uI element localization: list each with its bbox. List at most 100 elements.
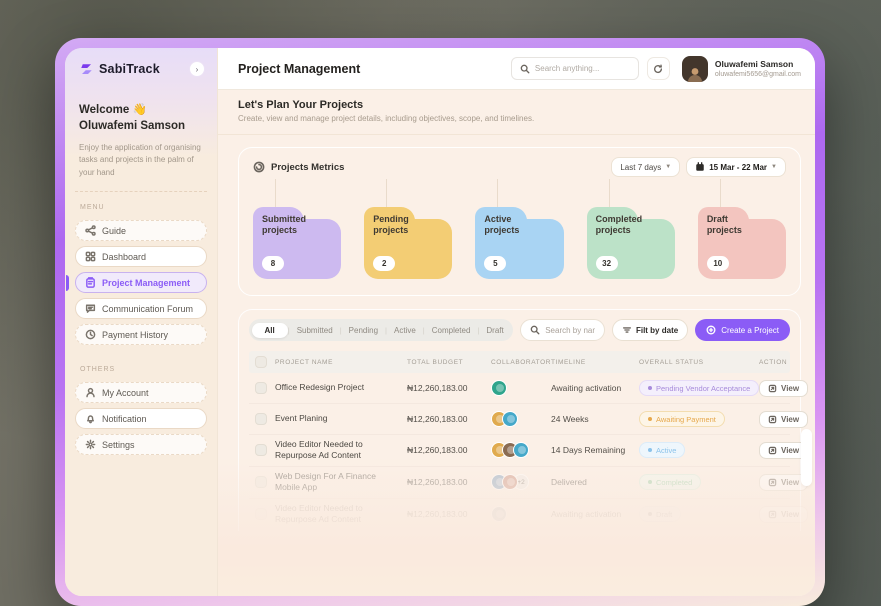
metric-count-badge: 10 [707,256,729,271]
row-checkbox[interactable] [255,444,267,456]
metric-count-badge: 2 [373,256,395,271]
table-row: Event Planing₦12,260,183.0024 WeeksAwait… [249,404,790,435]
table-row: Video Editor Needed to Repurpose Ad Cont… [249,499,790,531]
chevron-down-icon: ▼ [665,164,671,170]
avatar [682,56,708,82]
table-search[interactable] [520,319,605,341]
sidebar-menu: Guide Dashboard Project Management Communic… [65,220,217,345]
view-button[interactable]: View [759,506,808,523]
tab-submitted[interactable]: Submitted [290,326,340,335]
project-budget: ₦12,260,183.00 [407,414,491,424]
scrollbar-thumb[interactable] [801,429,812,486]
tab-completed[interactable]: Completed [425,326,478,335]
section-header: Let's Plan Your Projects Create, view an… [218,90,815,135]
user-profile-chip[interactable]: Oluwafemi Samson oluwafemi5656@gmail.com [682,56,801,82]
metric-card-draft[interactable]: Draft projects 10 [698,207,786,279]
status-badge: Awaiting Payment [639,411,725,427]
project-budget: ₦12,260,183.00 [407,509,491,519]
status-badge: Draft [639,506,681,522]
sidebar-item-communication-forum[interactable]: Communication Forum [75,298,207,319]
search-icon [520,64,530,74]
project-timeline: 14 Days Remaining [551,445,639,455]
status-badge: Pending Vendor Acceptance [639,380,759,396]
filter-by-date-button[interactable]: Filt by date [612,319,688,341]
chevron-down-icon: ▼ [771,164,777,170]
metric-card-completed[interactable]: Completed projects32 [587,207,675,279]
content-area: Projects Metrics Last 7 days ▼ 15 Mar - [218,135,815,596]
welcome-description: Enjoy the application of organising task… [79,142,204,179]
metric-card-submitted[interactable]: Submitted projects 8 [253,207,341,279]
global-search[interactable] [511,57,639,80]
bell-icon [85,413,96,424]
sidebar-item-guide[interactable]: Guide [75,220,207,241]
table-search-input[interactable] [545,326,595,335]
project-budget: ₦12,260,183.00 [407,445,491,455]
grid-icon [85,251,96,262]
welcome-greeting: Welcome 👋 [79,103,204,119]
tab-active[interactable]: Active [387,326,423,335]
row-checkbox[interactable] [255,413,267,425]
project-budget: ₦12,260,183.00 [407,383,491,393]
metric-label: Submitted projects [262,214,306,237]
menu-section-label: MENU [65,192,217,215]
date-range-dropdown[interactable]: 15 Mar - 22 Mar ▼ [686,157,786,177]
share-icon [85,225,96,236]
sidebar-item-label: My Account [102,388,149,398]
tab-all[interactable]: All [252,323,288,338]
metrics-title: Projects Metrics [271,162,344,173]
project-timeline: Awaiting activation [551,383,639,393]
sidebar-item-my-account[interactable]: My Account [75,382,207,403]
select-all-checkbox[interactable] [255,356,267,368]
create-project-button[interactable]: Create a Project [695,319,790,341]
view-button[interactable]: View [759,411,808,428]
row-checkbox[interactable] [255,508,267,520]
create-project-label: Create a Project [721,326,779,335]
section-title: Let's Plan Your Projects [238,99,795,111]
sidebar-item-dashboard[interactable]: Dashboard [75,246,207,267]
calendar-icon [695,162,705,172]
tab-pending[interactable]: Pending [342,326,385,335]
sidebar-item-notification[interactable]: Notification [75,408,207,429]
user-email: oluwafemi5656@gmail.com [715,71,801,78]
status-tabs: All|Submitted|Pending|Active|Completed|D… [249,319,513,341]
column-header: COLLABORATOR [491,359,551,366]
refresh-button[interactable] [647,57,670,80]
view-button[interactable]: View [759,380,808,397]
metric-label: Draft projects [707,214,742,237]
projects-table: PROJECT NAMETOTAL BUDGETCOLLABORATORTIME… [249,351,790,531]
column-header: ACTION [759,359,801,366]
status-dot-icon [648,448,652,452]
metric-count-badge: 8 [262,256,284,271]
user-icon [85,387,96,398]
metric-card-active[interactable]: Active projects5 [475,207,563,279]
page-title: Project Management [238,62,360,76]
global-search-input[interactable] [535,64,630,73]
collaborator-avatar [491,506,507,522]
metric-cards-row: Submitted projects 8 Pending projects2 Acti… [253,207,786,279]
row-checkbox[interactable] [255,476,267,488]
projects-table-panel: All|Submitted|Pending|Active|Completed|D… [238,309,801,531]
sidebar-collapse-button[interactable]: › [189,61,205,77]
row-checkbox[interactable] [255,382,267,394]
status-dot-icon [648,417,652,421]
sabitrack-logo-icon [79,62,94,77]
metric-label: Completed projects [596,214,643,237]
metric-card-pending[interactable]: Pending projects2 [364,207,452,279]
sidebar-item-label: Dashboard [102,252,146,262]
tab-draft[interactable]: Draft [479,326,510,335]
sidebar-item-settings[interactable]: Settings [75,434,207,455]
project-name: Office Redesign Project [275,382,364,392]
status-dot-icon [648,386,652,390]
table-row: Video Editor Needed to Repurpose Ad Cont… [249,435,790,467]
filter-by-date-label: Filt by date [636,326,678,335]
sidebar-item-payment-history[interactable]: Payment History [75,324,207,345]
view-icon [768,510,777,519]
column-header: TOTAL BUDGET [407,359,491,366]
others-section-label: OTHERS [65,350,217,377]
chat-icon [85,303,96,314]
column-header: OVERALL STATUS [639,359,759,366]
collaborator-avatar [491,380,507,396]
range-dropdown[interactable]: Last 7 days ▼ [611,157,680,177]
project-name: Web Design For A Finance Mobile App [275,471,376,492]
sidebar-item-project-management[interactable]: Project Management [75,272,207,293]
